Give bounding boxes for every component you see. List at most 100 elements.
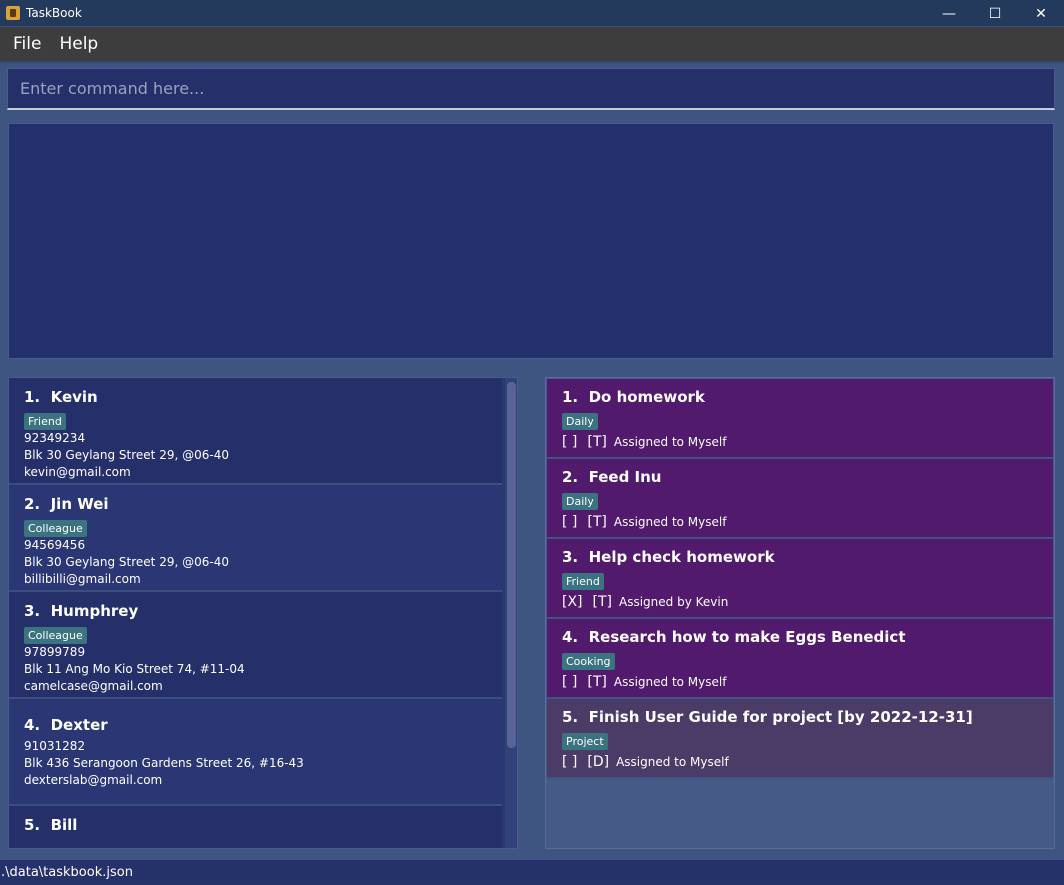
person-phone: 97899789 bbox=[24, 645, 86, 659]
task-card[interactable]: 3. Help check homework Friend [X] [T] As… bbox=[547, 539, 1053, 619]
person-card[interactable]: 3. Humphrey Colleague 97899789 Blk 11 An… bbox=[9, 592, 502, 699]
person-address: Blk 436 Serangoon Gardens Street 26, #16… bbox=[24, 756, 304, 770]
scrollbar-thumb[interactable] bbox=[507, 382, 516, 748]
task-details: [ ] [T] Assigned to Myself bbox=[562, 434, 1053, 450]
menu-file[interactable]: File bbox=[4, 34, 50, 54]
task-index: 2. bbox=[562, 468, 579, 486]
task-details: [ ] [D] Assigned to Myself bbox=[562, 754, 1053, 770]
person-email: camelcase@gmail.com bbox=[24, 679, 163, 693]
person-name: 3. Humphrey bbox=[24, 602, 502, 624]
minimize-button[interactable]: — bbox=[926, 0, 972, 27]
person-phone: 94569456 bbox=[24, 538, 86, 552]
close-button[interactable]: ✕ bbox=[1018, 0, 1064, 27]
person-email: kevin@gmail.com bbox=[24, 465, 131, 479]
task-status-mark: [ ] bbox=[562, 674, 578, 690]
task-status-mark: [ ] bbox=[562, 754, 578, 770]
task-assignment: Assigned to Myself bbox=[613, 435, 727, 449]
task-details: [ ] [T] Assigned to Myself bbox=[562, 674, 1053, 690]
maximize-button[interactable]: ☐ bbox=[972, 0, 1018, 27]
task-details: [X] [T] Assigned by Kevin bbox=[562, 594, 1053, 610]
person-index: 5. bbox=[24, 816, 41, 834]
task-tag: Cooking bbox=[562, 653, 615, 670]
task-tag: Daily bbox=[562, 493, 598, 510]
window-title: TaskBook bbox=[26, 6, 82, 20]
task-type: [T] bbox=[587, 514, 607, 530]
title-bar: TaskBook — ☐ ✕ bbox=[0, 0, 1064, 27]
task-assignment: Assigned to Myself bbox=[613, 515, 727, 529]
window-controls: — ☐ ✕ bbox=[926, 0, 1064, 27]
task-assignment: Assigned to Myself bbox=[613, 675, 727, 689]
person-tag: Colleague bbox=[24, 520, 87, 537]
task-assignment: Assigned to Myself bbox=[616, 755, 729, 769]
task-name: 1. Do homework bbox=[562, 388, 1053, 410]
task-name: 4. Research how to make Eggs Benedict bbox=[562, 628, 1053, 650]
person-email: billibilli@gmail.com bbox=[24, 572, 141, 586]
person-name: 1. Kevin bbox=[24, 388, 502, 410]
task-card[interactable]: 1. Do homework Daily [ ] [T] Assigned to… bbox=[547, 379, 1053, 459]
task-tag: Project bbox=[562, 733, 608, 750]
person-name: 2. Jin Wei bbox=[24, 495, 502, 517]
person-card[interactable]: 1. Kevin Friend 92349234 Blk 30 Geylang … bbox=[9, 378, 502, 485]
command-input[interactable] bbox=[8, 69, 1054, 108]
task-type: [D] bbox=[587, 754, 610, 770]
task-assignment: Assigned by Kevin bbox=[619, 595, 729, 609]
person-card[interactable]: 4. Dexter 91031282 Blk 436 Serangoon Gar… bbox=[9, 699, 502, 806]
task-type: [T] bbox=[587, 674, 607, 690]
person-name-text: Dexter bbox=[50, 716, 108, 734]
person-tag: Friend bbox=[24, 413, 66, 430]
task-tag: Daily bbox=[562, 413, 598, 430]
person-card[interactable]: 5. Bill bbox=[9, 806, 502, 848]
task-status-mark: [ ] bbox=[562, 514, 578, 530]
person-name: 5. Bill bbox=[24, 816, 502, 838]
person-address: Blk 11 Ang Mo Kio Street 74, #11-04 bbox=[24, 662, 245, 676]
task-index: 3. bbox=[562, 548, 579, 566]
app-icon bbox=[6, 6, 20, 20]
person-name: 4. Dexter bbox=[24, 716, 502, 738]
person-index: 3. bbox=[24, 602, 41, 620]
result-display-area bbox=[0, 117, 1064, 365]
person-index: 4. bbox=[24, 716, 41, 734]
person-list[interactable]: 1. Kevin Friend 92349234 Blk 30 Geylang … bbox=[8, 377, 518, 849]
person-card[interactable]: 2. Jin Wei Colleague 94569456 Blk 30 Gey… bbox=[9, 485, 502, 592]
result-display[interactable] bbox=[8, 123, 1054, 359]
task-list[interactable]: 1. Do homework Daily [ ] [T] Assigned to… bbox=[545, 377, 1055, 849]
command-box bbox=[7, 68, 1055, 110]
task-index: 1. bbox=[562, 388, 579, 406]
task-status-mark: [X] bbox=[562, 594, 583, 610]
task-card[interactable]: 5. Finish User Guide for project [by 202… bbox=[547, 699, 1053, 779]
status-bar: .\data\taskbook.json bbox=[0, 859, 1064, 885]
person-name-text: Humphrey bbox=[50, 602, 139, 620]
task-tag: Friend bbox=[562, 573, 604, 590]
menu-help[interactable]: Help bbox=[50, 34, 107, 54]
task-name: 2. Feed Inu bbox=[562, 468, 1053, 490]
lists-area: 1. Kevin Friend 92349234 Blk 30 Geylang … bbox=[0, 365, 1064, 859]
person-email: dexterslab@gmail.com bbox=[24, 773, 163, 787]
save-location: .\data\taskbook.json bbox=[1, 865, 133, 880]
person-tag: Colleague bbox=[24, 627, 87, 644]
person-index: 2. bbox=[24, 495, 41, 513]
command-box-area bbox=[0, 63, 1064, 117]
task-card[interactable]: 2. Feed Inu Daily [ ] [T] Assigned to My… bbox=[547, 459, 1053, 539]
task-name: 3. Help check homework bbox=[562, 548, 1053, 570]
task-status-mark: [ ] bbox=[562, 434, 578, 450]
task-name-text: Finish User Guide for project [by 2022-1… bbox=[588, 708, 973, 726]
task-index: 4. bbox=[562, 628, 579, 646]
task-index: 5. bbox=[562, 708, 579, 726]
task-name-text: Feed Inu bbox=[588, 468, 662, 486]
person-name-text: Jin Wei bbox=[50, 495, 109, 513]
task-name-text: Research how to make Eggs Benedict bbox=[588, 628, 906, 646]
task-type: [T] bbox=[587, 434, 607, 450]
task-card[interactable]: 4. Research how to make Eggs Benedict Co… bbox=[547, 619, 1053, 699]
task-name-text: Help check homework bbox=[588, 548, 775, 566]
person-phone: 91031282 bbox=[24, 739, 86, 753]
person-list-scrollbar[interactable] bbox=[505, 378, 517, 848]
task-name-text: Do homework bbox=[588, 388, 705, 406]
person-index: 1. bbox=[24, 388, 41, 406]
person-phone: 92349234 bbox=[24, 431, 86, 445]
person-address: Blk 30 Geylang Street 29, @06-40 bbox=[24, 555, 229, 569]
menu-bar: File Help bbox=[0, 27, 1064, 63]
task-name: 5. Finish User Guide for project [by 202… bbox=[562, 708, 1053, 730]
person-name-text: Bill bbox=[50, 816, 78, 834]
person-address: Blk 30 Geylang Street 29, @06-40 bbox=[24, 448, 229, 462]
person-name-text: Kevin bbox=[50, 388, 98, 406]
